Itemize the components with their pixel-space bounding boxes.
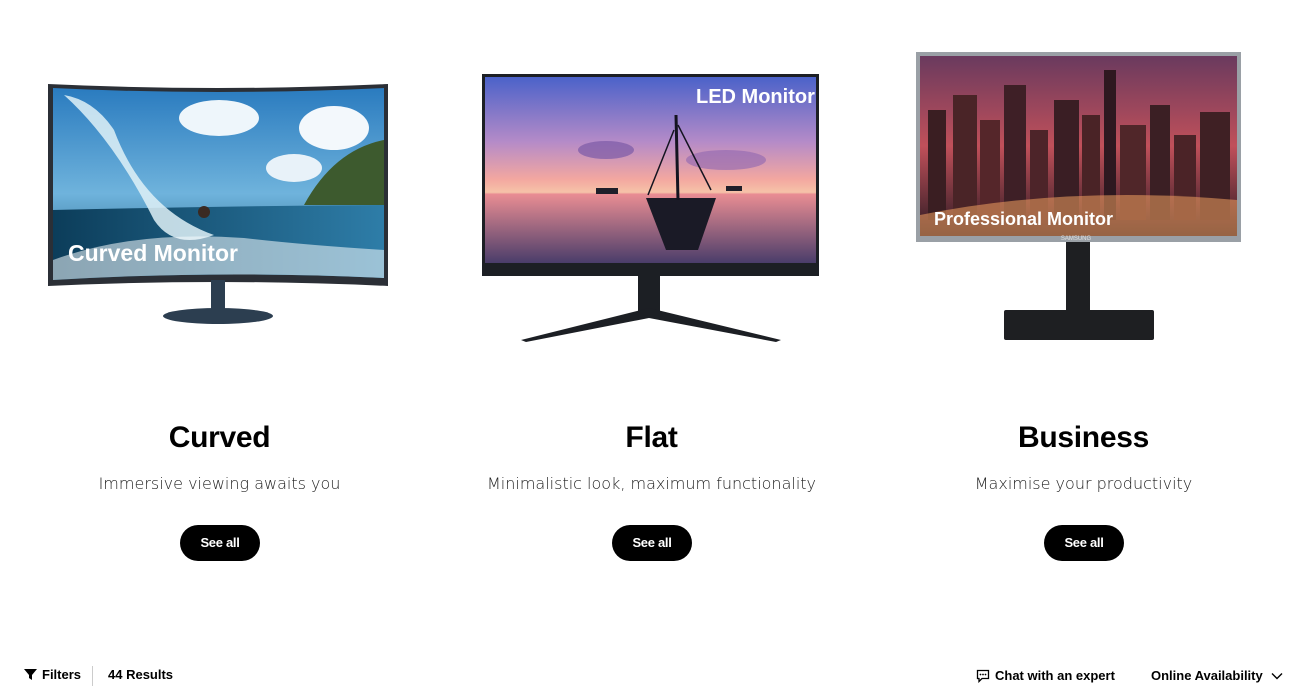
category-title: Business — [1018, 421, 1149, 454]
category-card-curved[interactable]: Curved Monitor Curved Immersive viewing … — [4, 0, 435, 600]
see-all-curved-button[interactable]: See all — [180, 525, 260, 561]
curved-screen-label: Curved Monitor — [68, 240, 238, 266]
chat-with-expert-link[interactable]: Chat with an expert — [976, 668, 1115, 683]
filters-label: Filters — [42, 667, 82, 682]
chevron-down-icon — [1271, 672, 1283, 679]
results-toolbar: Filters 44 Results Chat with an expert O… — [0, 650, 1293, 698]
availability-label: Online Availability — [1151, 668, 1263, 683]
brand-logo-text: SAMSUNG — [1061, 236, 1092, 242]
see-all-flat-button[interactable]: See all — [612, 525, 692, 561]
business-screen-label: Professional Monitor — [934, 209, 1113, 229]
category-description: Immersive viewing awaits you — [98, 474, 341, 493]
see-all-business-button[interactable]: See all — [1044, 525, 1124, 561]
category-title: Curved — [168, 421, 271, 454]
category-card-business[interactable]: Professional Monitor SAMSUNG Business Ma… — [868, 0, 1293, 600]
chat-bubble-icon — [976, 669, 990, 683]
results-count: 44 Results — [108, 667, 174, 682]
funnel-icon — [24, 669, 37, 680]
curved-monitor-image[interactable]: Curved Monitor — [4, 0, 435, 380]
category-card-flat[interactable]: LED Monitor Flat Minimalistic look, maxi… — [436, 0, 867, 600]
filters-button[interactable]: Filters — [24, 667, 81, 682]
category-description: Minimalistic look, maximum functionality — [486, 474, 816, 493]
category-title: Flat — [625, 421, 678, 454]
chat-label: Chat with an expert — [995, 668, 1115, 683]
toolbar-divider — [92, 666, 93, 686]
category-description: Maximise your productivity — [974, 474, 1193, 493]
online-availability-dropdown[interactable]: Online Availability — [1151, 668, 1283, 683]
business-monitor-image[interactable]: Professional Monitor SAMSUNG — [868, 0, 1293, 380]
category-cards: Curved Monitor Curved Immersive viewing … — [0, 0, 1293, 600]
flat-screen-label: LED Monitor — [696, 86, 815, 108]
flat-monitor-image[interactable]: LED Monitor — [436, 0, 867, 380]
